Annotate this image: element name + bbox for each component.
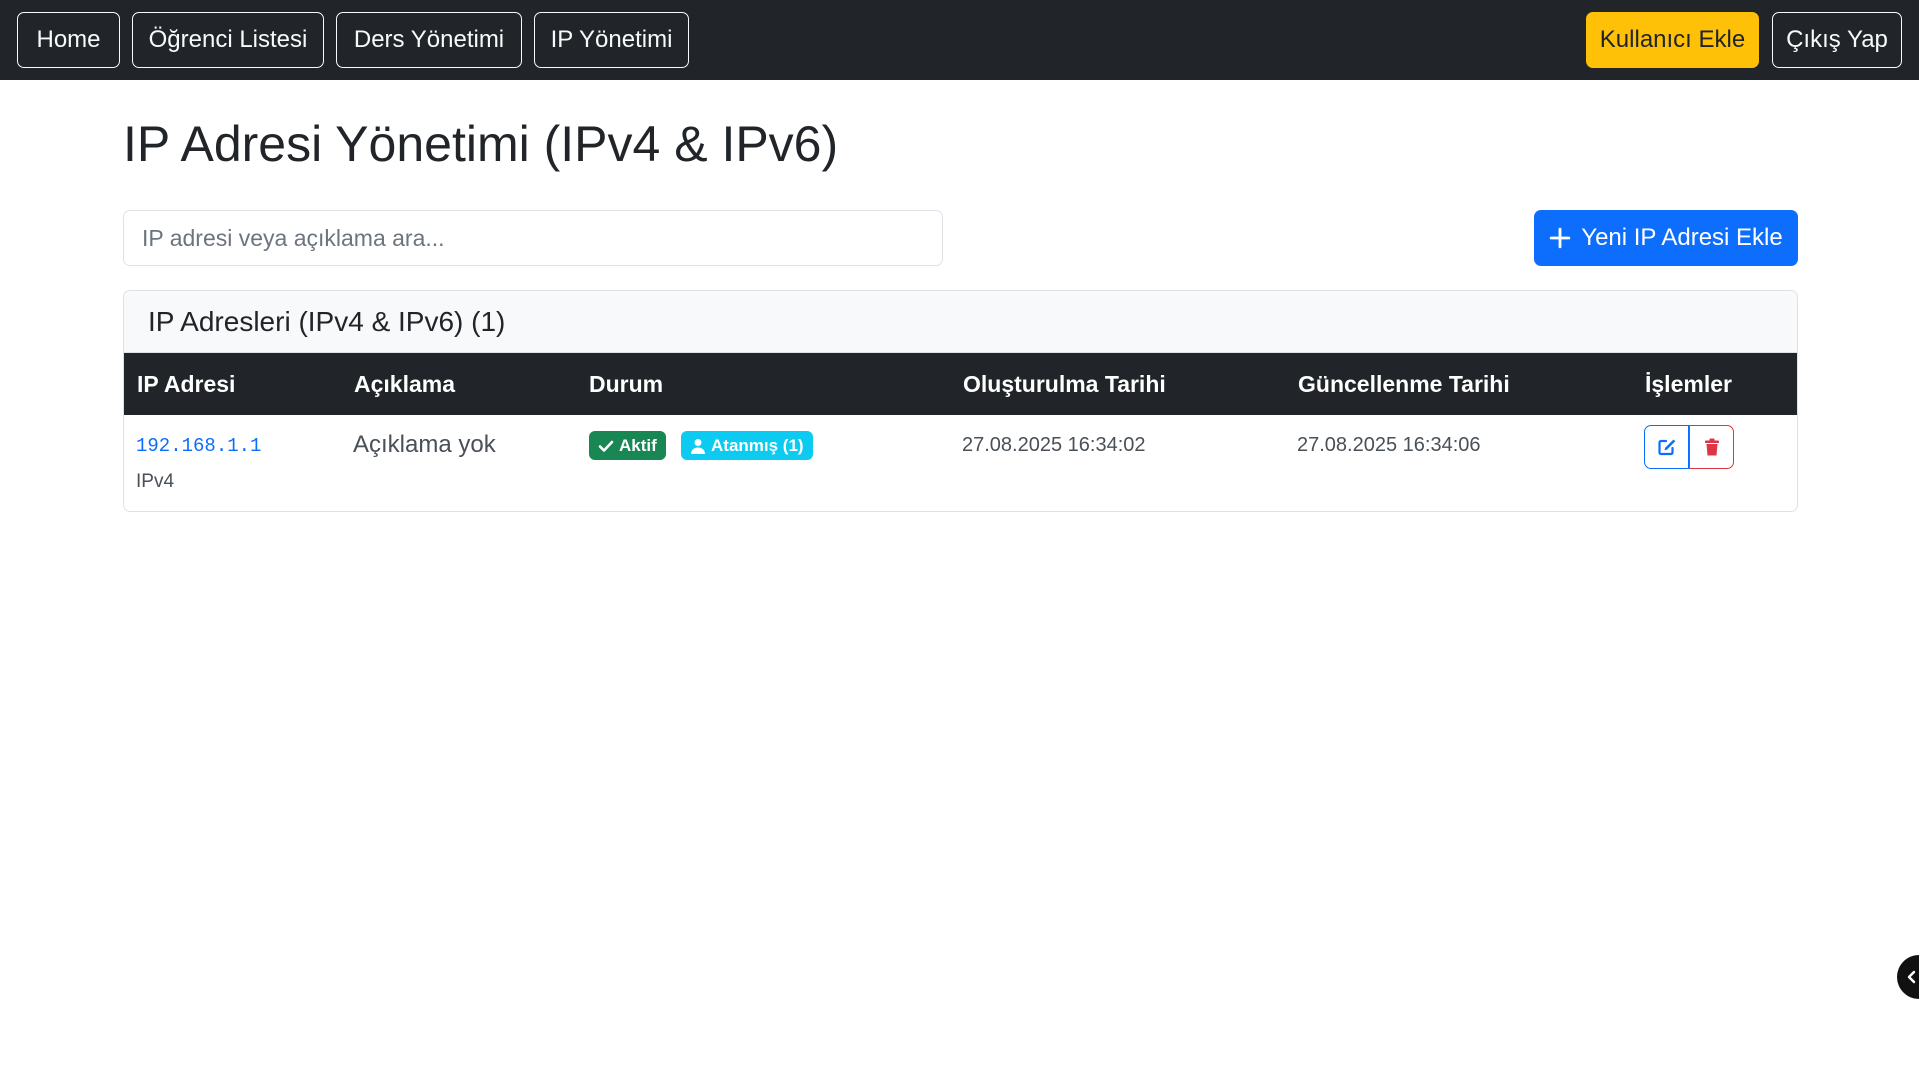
add-ip-button[interactable]: Yeni IP Adresi Ekle	[1534, 210, 1798, 266]
column-header-ip: IP Adresi	[137, 370, 236, 397]
column-header-description: Açıklama	[354, 370, 456, 397]
ip-type: IPv4	[136, 471, 175, 492]
nav-home-button[interactable]: Home	[17, 12, 120, 68]
navbar: Home Öğrenci Listesi Ders Yönetimi IP Yö…	[0, 0, 1919, 80]
nav-ip-management-button[interactable]: IP Yönetimi	[534, 12, 689, 68]
assigned-badge: Atanmış (1)	[681, 431, 813, 460]
table-header: IP Adresi Açıklama Durum Oluşturulma Tar…	[124, 353, 1797, 415]
column-header-status: Durum	[589, 370, 664, 397]
nav-student-list-button[interactable]: Öğrenci Listesi	[132, 12, 324, 68]
ip-list-card: IP Adresleri (IPv4 & IPv6) (1) IP Adresi…	[123, 290, 1798, 512]
search-input[interactable]	[123, 210, 943, 266]
delete-button[interactable]	[1689, 425, 1734, 469]
nav-course-management-button[interactable]: Ders Yönetimi	[336, 12, 522, 68]
user-icon	[691, 438, 705, 454]
logout-button[interactable]: Çıkış Yap	[1772, 12, 1902, 68]
assigned-badge-label: Atanmış (1)	[711, 435, 804, 455]
updated-date: 27.08.2025 16:34:06	[1297, 434, 1481, 456]
created-date: 27.08.2025 16:34:02	[962, 434, 1146, 456]
column-header-actions: İşlemler	[1645, 370, 1732, 397]
card-header: IP Adresleri (IPv4 & IPv6) (1)	[124, 291, 1797, 353]
column-header-updated: Güncellenme Tarihi	[1298, 370, 1510, 397]
status-badge-label: Aktif	[619, 435, 657, 455]
side-panel-toggle[interactable]	[1897, 955, 1919, 999]
ip-address-link[interactable]: 192.168.1.1	[136, 435, 261, 457]
edit-button[interactable]	[1644, 425, 1689, 469]
check-icon	[598, 440, 614, 452]
page-title: IP Adresi Yönetimi (IPv4 & IPv6)	[123, 116, 839, 172]
ip-description: Açıklama yok	[353, 431, 496, 458]
trash-icon	[1704, 438, 1719, 456]
column-header-created: Oluşturulma Tarihi	[963, 370, 1166, 397]
add-user-button[interactable]: Kullanıcı Ekle	[1586, 12, 1759, 68]
plus-icon	[1550, 227, 1571, 249]
add-ip-button-label: Yeni IP Adresi Ekle	[1581, 224, 1783, 251]
status-badge-active: Aktif	[589, 431, 666, 460]
edit-icon	[1657, 439, 1675, 456]
chevron-left-icon	[1907, 970, 1916, 984]
